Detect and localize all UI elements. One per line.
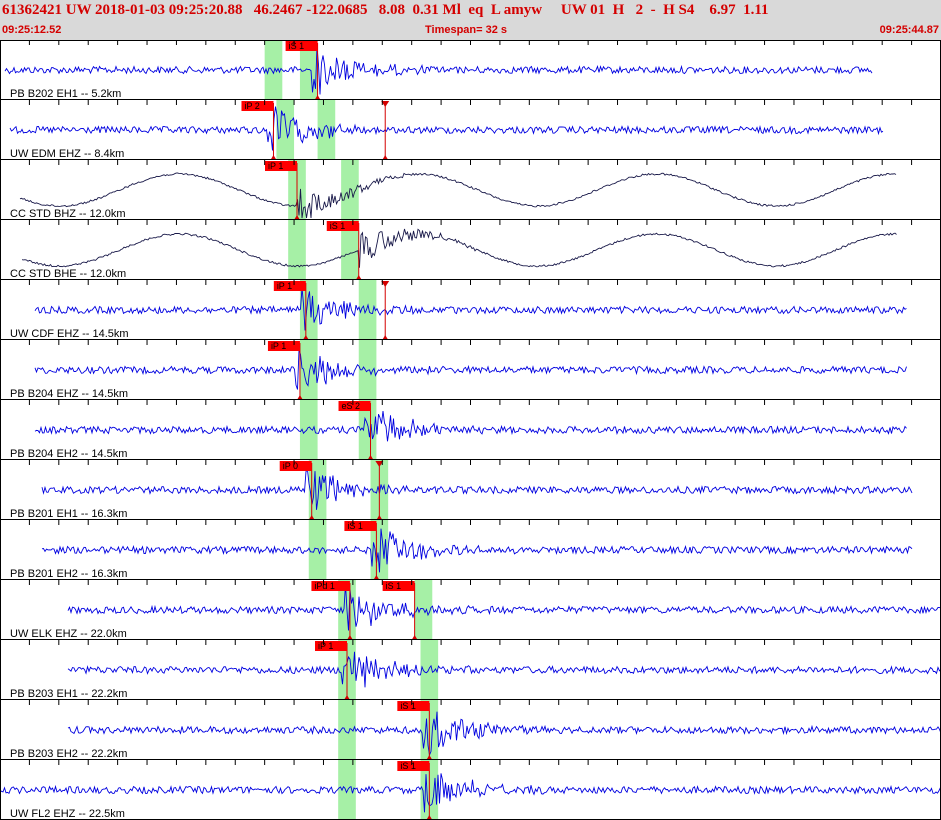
pick-window bbox=[288, 220, 306, 280]
pick-phase-label: iS 1 bbox=[400, 701, 416, 711]
end-time-label: 09:25:44.87 bbox=[879, 24, 939, 36]
seismogram-panel: iS 1 PB B202 EH1 -- 5.2km bbox=[0, 40, 941, 100]
pick-phase-label: iP 1 bbox=[268, 161, 283, 171]
seismogram-panel: iS 1 PB B201 EH2 -- 16.3km bbox=[0, 520, 941, 580]
seismogram-panel: iS 1 CC STD BHE -- 12.0km bbox=[0, 220, 941, 280]
station-label: UW EDM EHZ -- 8.4km bbox=[10, 148, 124, 160]
seismogram-panel: iP 0 PB B201 EH1 -- 16.3km bbox=[0, 460, 941, 520]
pick-phase-label: iS 1 bbox=[386, 581, 402, 591]
pick-window bbox=[414, 580, 433, 640]
station-label: PB B202 EH1 -- 5.2km bbox=[10, 88, 121, 100]
station-label: UW FL2 EHZ -- 22.5km bbox=[10, 808, 125, 820]
waveform-trace bbox=[21, 228, 897, 268]
pick-phase-label: iP 0 bbox=[283, 461, 298, 471]
timespan-label: Timespan= 32 s bbox=[425, 24, 508, 36]
seismogram-panel: eS 2 PB B204 EH2 -- 14.5km bbox=[0, 400, 941, 460]
pick-phase-label: iS 1 bbox=[289, 41, 305, 51]
seismogram-panel: iS 1 PB B203 EH2 -- 22.2km bbox=[0, 700, 941, 760]
pick-phase-label: iPd 1 bbox=[314, 581, 335, 591]
pick-phase-label: iS 1 bbox=[347, 521, 363, 531]
seismogram-panel: iP 1 CC STD BHZ -- 12.0km bbox=[0, 160, 941, 220]
pick-window bbox=[308, 520, 327, 580]
station-label: PB B204 EH2 -- 14.5km bbox=[10, 448, 127, 460]
waveform-trace bbox=[9, 106, 884, 151]
station-label: PB B201 EH2 -- 16.3km bbox=[10, 568, 127, 580]
seismogram-panel: iP 1 PB B204 EHZ -- 14.5km bbox=[0, 340, 941, 400]
pick-phase-label: iS 1 bbox=[400, 761, 416, 771]
seismogram-panel: iP 2 UW EDM EHZ -- 8.4km bbox=[0, 100, 941, 160]
waveform-trace bbox=[34, 349, 907, 390]
waveform-trace bbox=[67, 711, 941, 757]
event-summary-line: 61362421 UW 2018-01-03 09:25:20.88 46.24… bbox=[2, 2, 769, 18]
seismogram-panel: iP 1 PB B203 EH1 -- 22.2km bbox=[0, 640, 941, 700]
station-label: CC STD BHE -- 12.0km bbox=[10, 268, 126, 280]
station-label: PB B203 EH2 -- 22.2km bbox=[10, 748, 127, 760]
waveform-trace bbox=[4, 46, 873, 95]
station-label: PB B204 EHZ -- 14.5km bbox=[10, 388, 128, 400]
seismogram-panel: iPd 1 iS 1 UW ELK EHZ -- 22.0km bbox=[0, 580, 941, 640]
pick-phase-label: iP 1 bbox=[271, 341, 286, 351]
seismogram-panel: iP 1 UW CDF EHZ -- 14.5km bbox=[0, 280, 941, 340]
waveform-trace bbox=[41, 469, 913, 510]
waveform-trace bbox=[34, 411, 907, 442]
station-label: PB B203 EH1 -- 22.2km bbox=[10, 688, 127, 700]
waveform-trace bbox=[0, 773, 941, 813]
pick-phase-label: iP 2 bbox=[244, 101, 259, 111]
seismogram-plot: iS 1 PB B202 EH1 -- 5.2km iP 2 UW EDM EHZ -… bbox=[0, 40, 941, 820]
waveform-trace bbox=[67, 651, 941, 688]
pick-phase-label: iP 1 bbox=[318, 641, 333, 651]
pick-phase-label: iS 1 bbox=[330, 221, 346, 231]
pick-window bbox=[264, 40, 283, 100]
pick-phase-label: eS 2 bbox=[342, 401, 361, 411]
station-label: CC STD BHZ -- 12.0km bbox=[10, 208, 126, 220]
waveform-trace bbox=[67, 583, 941, 631]
pick-phase-label: iP 1 bbox=[277, 281, 292, 291]
waveform-trace bbox=[19, 172, 897, 219]
station-label: UW CDF EHZ -- 14.5km bbox=[10, 328, 129, 340]
waveform-trace bbox=[41, 528, 913, 573]
start-time-label: 09:25:12.52 bbox=[2, 24, 62, 36]
station-label: UW ELK EHZ -- 22.0km bbox=[10, 628, 127, 640]
station-label: PB B201 EH1 -- 16.3km bbox=[10, 508, 127, 520]
seismogram-panel: iS 1 UW FL2 EHZ -- 22.5km bbox=[0, 760, 941, 820]
pick-window bbox=[276, 100, 295, 160]
waveform-trace bbox=[34, 287, 907, 331]
event-header: 61362421 UW 2018-01-03 09:25:20.88 46.24… bbox=[0, 0, 941, 41]
